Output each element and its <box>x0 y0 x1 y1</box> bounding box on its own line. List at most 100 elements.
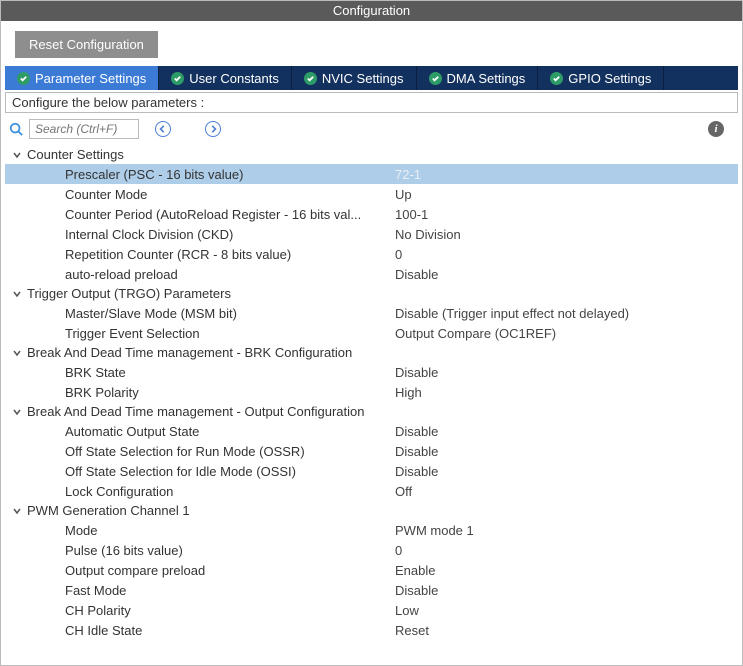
reset-configuration-button[interactable]: Reset Configuration <box>15 31 158 58</box>
group-title: PWM Generation Channel 1 <box>27 503 190 518</box>
check-icon <box>304 72 317 85</box>
search-icon[interactable] <box>9 122 23 136</box>
parameter-label: Master/Slave Mode (MSM bit) <box>65 306 395 321</box>
parameter-label: Counter Period (AutoReload Register - 16… <box>65 207 395 222</box>
group-title: Break And Dead Time management - Output … <box>27 404 364 419</box>
parameter-row[interactable]: Pulse (16 bits value)0 <box>5 540 738 560</box>
parameter-label: Lock Configuration <box>65 484 395 499</box>
parameter-row[interactable]: Master/Slave Mode (MSM bit)Disable (Trig… <box>5 303 738 323</box>
parameter-row[interactable]: CH Idle StateReset <box>5 620 738 640</box>
parameter-row[interactable]: BRK StateDisable <box>5 362 738 382</box>
parameter-value[interactable]: Up <box>395 187 738 202</box>
tab-nvic-settings[interactable]: NVIC Settings <box>292 66 417 90</box>
parameter-label: Pulse (16 bits value) <box>65 543 395 558</box>
parameter-value[interactable]: 0 <box>395 543 738 558</box>
parameter-row[interactable]: Output compare preloadEnable <box>5 560 738 580</box>
parameter-label: Output compare preload <box>65 563 395 578</box>
parameter-row[interactable]: Counter Period (AutoReload Register - 16… <box>5 204 738 224</box>
parameter-value[interactable]: PWM mode 1 <box>395 523 738 538</box>
tabs-bar: Parameter Settings User Constants NVIC Set… <box>5 66 738 90</box>
tab-label: GPIO Settings <box>568 71 651 86</box>
chevron-down-icon <box>11 149 23 161</box>
parameter-label: CH Polarity <box>65 603 395 618</box>
parameter-value[interactable]: Off <box>395 484 738 499</box>
parameter-label: Mode <box>65 523 395 538</box>
parameter-row[interactable]: Off State Selection for Idle Mode (OSSI)… <box>5 461 738 481</box>
group-header[interactable]: Counter Settings <box>5 145 738 164</box>
tab-label: NVIC Settings <box>322 71 404 86</box>
parameter-label: Off State Selection for Idle Mode (OSSI) <box>65 464 395 479</box>
chevron-down-icon <box>11 288 23 300</box>
parameter-value[interactable]: Disable (Trigger input effect not delaye… <box>395 306 738 321</box>
group-header[interactable]: PWM Generation Channel 1 <box>5 501 738 520</box>
search-row: i <box>1 115 742 145</box>
parameter-value[interactable]: Disable <box>395 464 738 479</box>
group-title: Counter Settings <box>27 147 124 162</box>
parameter-row[interactable]: CH PolarityLow <box>5 600 738 620</box>
group-title: Break And Dead Time management - BRK Con… <box>27 345 352 360</box>
parameter-row[interactable]: Prescaler (PSC - 16 bits value)72-1 <box>5 164 738 184</box>
parameter-label: Trigger Event Selection <box>65 326 395 341</box>
parameter-label: Internal Clock Division (CKD) <box>65 227 395 242</box>
configure-parameters-label: Configure the below parameters : <box>5 92 738 113</box>
parameter-label: Off State Selection for Run Mode (OSSR) <box>65 444 395 459</box>
parameter-value[interactable]: 0 <box>395 247 738 262</box>
parameter-row[interactable]: Internal Clock Division (CKD)No Division <box>5 224 738 244</box>
tab-label: Parameter Settings <box>35 71 146 86</box>
parameter-row[interactable]: Repetition Counter (RCR - 8 bits value)0 <box>5 244 738 264</box>
chevron-down-icon <box>11 406 23 418</box>
group-header[interactable]: Trigger Output (TRGO) Parameters <box>5 284 738 303</box>
check-icon <box>171 72 184 85</box>
parameter-row[interactable]: Trigger Event SelectionOutput Compare (O… <box>5 323 738 343</box>
parameter-value[interactable]: Disable <box>395 444 738 459</box>
check-icon <box>17 72 30 85</box>
parameter-row[interactable]: Automatic Output StateDisable <box>5 421 738 441</box>
parameter-label: Automatic Output State <box>65 424 395 439</box>
parameter-value[interactable]: Output Compare (OC1REF) <box>395 326 738 341</box>
chevron-down-icon <box>11 505 23 517</box>
parameter-row[interactable]: BRK PolarityHigh <box>5 382 738 402</box>
parameter-value[interactable]: Disable <box>395 583 738 598</box>
parameter-value[interactable]: Disable <box>395 365 738 380</box>
tab-user-constants[interactable]: User Constants <box>159 66 292 90</box>
parameter-value[interactable]: Disable <box>395 267 738 282</box>
parameter-row[interactable]: Counter ModeUp <box>5 184 738 204</box>
parameter-row[interactable]: ModePWM mode 1 <box>5 520 738 540</box>
parameter-label: Prescaler (PSC - 16 bits value) <box>65 167 395 182</box>
check-icon <box>429 72 442 85</box>
tab-dma-settings[interactable]: DMA Settings <box>417 66 539 90</box>
parameter-label: Counter Mode <box>65 187 395 202</box>
parameter-value[interactable]: 100-1 <box>395 207 738 222</box>
window-title-bar: Configuration <box>1 1 742 21</box>
parameter-value[interactable]: Low <box>395 603 738 618</box>
window-title: Configuration <box>333 3 410 18</box>
parameter-label: CH Idle State <box>65 623 395 638</box>
group-header[interactable]: Break And Dead Time management - BRK Con… <box>5 343 738 362</box>
parameter-value[interactable]: No Division <box>395 227 738 242</box>
parameter-value[interactable]: High <box>395 385 738 400</box>
group-header[interactable]: Break And Dead Time management - Output … <box>5 402 738 421</box>
parameter-row[interactable]: Off State Selection for Run Mode (OSSR)D… <box>5 441 738 461</box>
parameter-row[interactable]: auto-reload preloadDisable <box>5 264 738 284</box>
parameter-value[interactable]: Disable <box>395 424 738 439</box>
tab-gpio-settings[interactable]: GPIO Settings <box>538 66 664 90</box>
parameter-value[interactable]: Reset <box>395 623 738 638</box>
info-icon[interactable]: i <box>708 121 724 137</box>
parameter-label: Fast Mode <box>65 583 395 598</box>
group-title: Trigger Output (TRGO) Parameters <box>27 286 231 301</box>
parameter-label: BRK State <box>65 365 395 380</box>
search-prev-button[interactable] <box>155 121 171 137</box>
check-icon <box>550 72 563 85</box>
search-input[interactable] <box>29 119 139 139</box>
parameter-row[interactable]: Fast ModeDisable <box>5 580 738 600</box>
chevron-down-icon <box>11 347 23 359</box>
tab-parameter-settings[interactable]: Parameter Settings <box>5 66 159 90</box>
parameter-value[interactable]: Enable <box>395 563 738 578</box>
search-next-button[interactable] <box>205 121 221 137</box>
parameter-label: auto-reload preload <box>65 267 395 282</box>
parameter-row[interactable]: Lock ConfigurationOff <box>5 481 738 501</box>
parameter-value[interactable]: 72-1 <box>395 167 738 182</box>
parameter-tree: Counter Settings Prescaler (PSC - 16 bits… <box>1 145 742 644</box>
tab-label: DMA Settings <box>447 71 526 86</box>
toolbar: Reset Configuration <box>1 21 742 66</box>
